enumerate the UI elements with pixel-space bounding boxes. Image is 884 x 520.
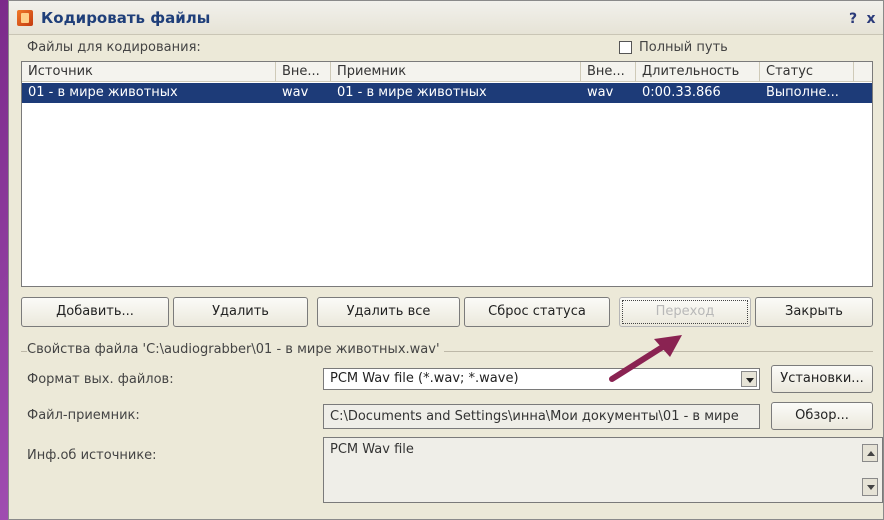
source-info-value: PCM Wav file [330, 442, 414, 457]
full-path-checkbox[interactable] [619, 41, 632, 54]
help-button[interactable]: ? [845, 10, 861, 28]
remove-button[interactable]: Удалить [173, 297, 308, 327]
destination-file-field[interactable]: C:\Documents and Settings\инна\Мои докум… [323, 404, 760, 429]
reset-status-button[interactable]: Сброс статуса [464, 297, 610, 327]
cell-dest-ext: wav [587, 85, 614, 100]
files-list[interactable]: Источник Вне... Приемник Вне... Длительн… [21, 61, 873, 287]
encode-files-window: Кодировать файлы ? x Файлы для кодирован… [8, 0, 884, 520]
column-header-dest-ext[interactable]: Вне... [581, 62, 636, 82]
cell-destination: 01 - в мире животных [337, 85, 487, 100]
source-info-textarea[interactable]: PCM Wav file [323, 437, 883, 503]
full-path-label: Полный путь [639, 40, 728, 55]
files-to-encode-label: Файлы для кодирования: [27, 40, 201, 55]
cell-status: Выполне... [766, 85, 839, 100]
scroll-down-icon[interactable] [862, 478, 878, 496]
cell-duration: 0:00.33.866 [642, 85, 721, 100]
close-button[interactable]: Закрыть [755, 297, 873, 327]
column-header-duration[interactable]: Длительность [636, 62, 760, 82]
cell-source: 01 - в мире животных [28, 85, 178, 100]
close-window-button[interactable]: x [863, 10, 879, 28]
scroll-up-icon[interactable] [862, 444, 878, 462]
column-header-ext[interactable]: Вне... [276, 62, 331, 82]
column-header-destination[interactable]: Приемник [331, 62, 581, 82]
app-icon [17, 10, 33, 26]
output-format-label: Формат вых. файлов: [27, 372, 174, 387]
destination-file-value: C:\Documents and Settings\инна\Мои докум… [330, 409, 739, 424]
chevron-down-icon[interactable] [741, 371, 757, 387]
window-title: Кодировать файлы [41, 9, 211, 27]
cell-ext: wav [282, 85, 309, 100]
column-header-status[interactable]: Статус [760, 62, 854, 82]
list-header: Источник Вне... Приемник Вне... Длительн… [22, 62, 872, 82]
remove-all-button[interactable]: Удалить все [317, 297, 460, 327]
file-properties-label: Свойства файла 'C:\audiograbber\01 - в м… [27, 342, 444, 357]
column-header-source[interactable]: Источник [22, 62, 276, 82]
browse-button[interactable]: Обзор... [771, 402, 873, 430]
output-format-value: PCM Wav file (*.wav; *.wave) [330, 371, 519, 386]
annotation-arrow-icon [609, 335, 682, 382]
go-button[interactable]: Переход [619, 297, 751, 327]
add-button[interactable]: Добавить... [21, 297, 169, 327]
settings-button[interactable]: Установки... [771, 365, 873, 393]
source-info-label: Инф.об источнике: [27, 448, 157, 463]
title-bar: Кодировать файлы ? x [9, 1, 883, 35]
destination-file-label: Файл-приемник: [27, 408, 140, 423]
table-row[interactable]: 01 - в мире животных wav 01 - в мире жив… [22, 83, 872, 103]
